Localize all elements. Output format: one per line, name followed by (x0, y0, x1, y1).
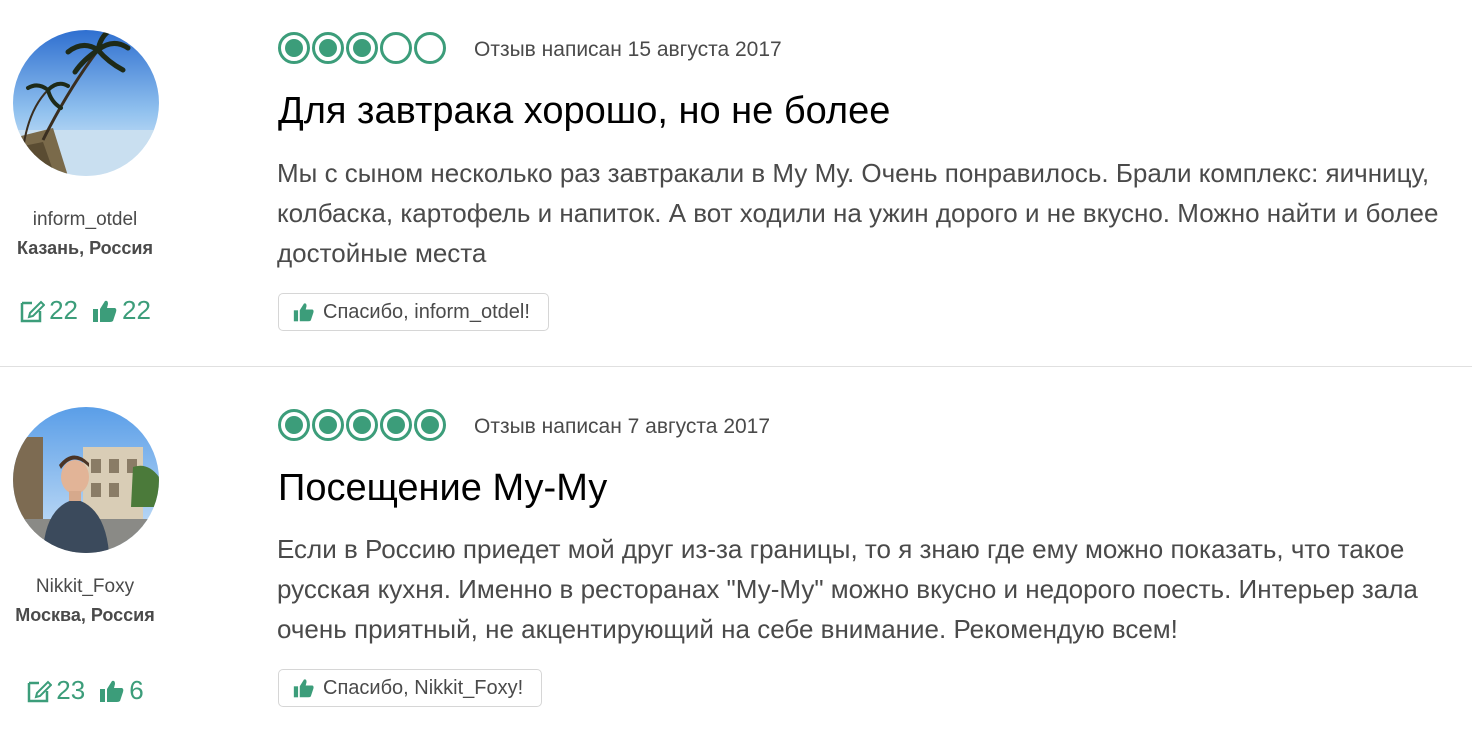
rating-bubble-filled (346, 32, 378, 64)
thanks-button[interactable]: Спасибо, Nikkit_Foxy! (278, 669, 543, 707)
thumbs-up-icon (93, 300, 117, 322)
avatar[interactable] (13, 407, 159, 553)
thanks-label: Спасибо, inform_otdel! (323, 300, 530, 323)
member-stats: 22 22 (0, 295, 170, 326)
thumbs-up-icon (293, 679, 314, 698)
rating-bubble-filled (312, 409, 344, 441)
username[interactable]: Nikkit_Foxy (0, 576, 170, 598)
thumbs-up-icon (100, 680, 124, 702)
bubble-rating (278, 409, 446, 441)
thanks-label: Спасибо, Nikkit_Foxy! (323, 676, 524, 699)
user-location: Казань, Россия (16, 238, 153, 258)
avatar[interactable] (13, 30, 159, 176)
rating-bubble-filled (278, 32, 310, 64)
review-card: Nikkit_Foxy Москва, Россия 23 6 Отзыв на… (0, 367, 1472, 738)
rating-bubble-filled (278, 409, 310, 441)
review-count-value: 22 (49, 295, 78, 325)
pencil-note-icon (20, 300, 46, 322)
thumbs-up-icon (293, 303, 314, 322)
avatar-image (13, 407, 159, 553)
review-text: Мы с сыном несколько раз завтракали в Му… (277, 158, 1439, 268)
rating-bubble-filled (346, 409, 378, 441)
rating-bubble-empty (380, 32, 412, 64)
review-date: Отзыв написан 15 августа 2017 (474, 38, 782, 61)
review-card: inform_otdel Казань, Россия 22 22 Отзыв … (0, 0, 1472, 366)
member-stats: 23 6 (0, 675, 170, 706)
avatar-image (13, 30, 159, 176)
helpful-votes[interactable]: 22 (92, 295, 151, 326)
review-count[interactable]: 23 (26, 675, 85, 706)
rating-bubble-filled (414, 409, 446, 441)
bubble-rating (278, 32, 446, 64)
review-text: Если в Россию приедет мой друг из-за гра… (277, 534, 1418, 644)
review-count[interactable]: 22 (19, 295, 78, 326)
review-title[interactable]: Для завтрака хорошо, но не более (278, 90, 890, 133)
username[interactable]: inform_otdel (0, 209, 170, 231)
helpful-count-value: 22 (122, 295, 151, 325)
rating-bubble-filled (380, 409, 412, 441)
helpful-count-value: 6 (129, 675, 144, 705)
review-count-value: 23 (56, 675, 86, 705)
pencil-note-icon (28, 680, 53, 702)
rating-bubble-filled (312, 32, 344, 64)
review-title[interactable]: Посещение Му-Му (278, 467, 607, 510)
helpful-votes[interactable]: 6 (99, 675, 144, 706)
user-location: Москва, Россия (15, 605, 155, 625)
rating-bubble-empty (414, 32, 446, 64)
thanks-button[interactable]: Спасибо, inform_otdel! (278, 293, 549, 331)
review-date: Отзыв написан 7 августа 2017 (474, 415, 771, 438)
